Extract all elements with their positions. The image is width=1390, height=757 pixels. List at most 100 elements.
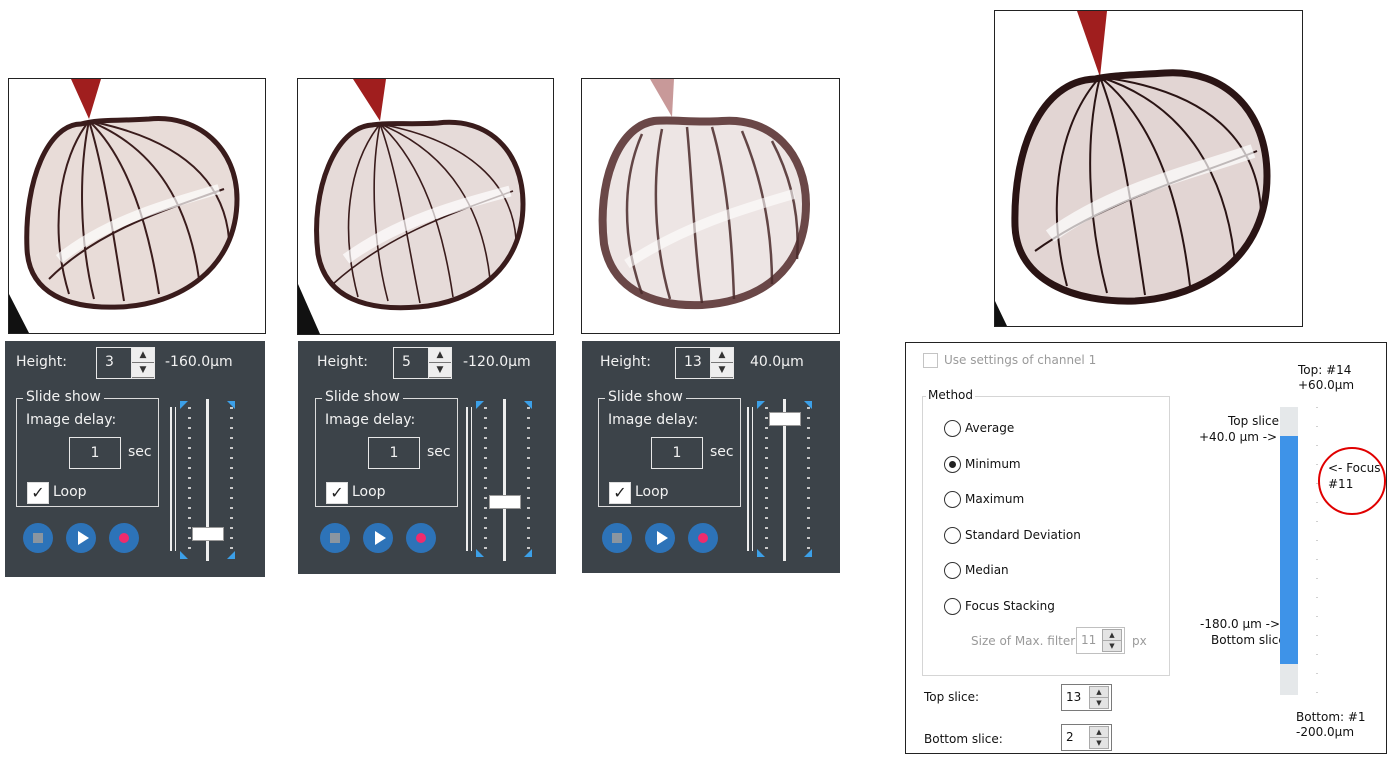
top-slice-marker-label: Top slice [1228,414,1279,428]
height-value[interactable]: 3 [97,348,132,378]
slider-ticks [765,407,768,557]
slideshow-group: Slide show Image delay: 1 sec ✓ Loop [16,389,159,507]
slice-range-bar[interactable] [1280,436,1298,664]
height-stepper[interactable]: 3 ▲ ▼ [96,347,155,379]
bottom-slice-value[interactable]: 2 [1066,730,1074,744]
use-settings-label: Use settings of channel 1 [944,353,1097,367]
height-label: Height: [600,354,651,370]
stop-button[interactable] [23,523,53,553]
top-slice-value[interactable]: 13 [1066,690,1081,704]
method-radio-median[interactable] [944,562,961,579]
use-settings-checkbox[interactable] [923,353,938,368]
stop-button[interactable] [602,523,632,553]
range-bottom-marker-icon [180,551,188,559]
bottom-slice-stepper[interactable]: 2 ▲ ▼ [1061,724,1112,751]
slider-ticks [484,407,487,557]
range-arrow-icon [752,407,753,551]
method-radio-focus-stacking[interactable] [944,598,961,615]
range-arrow-icon [747,407,749,551]
stepper-down-icon[interactable]: ▼ [1102,640,1122,652]
slice-control-panel: Height: 3 ▲ ▼ -160.0µm Slide show Image d… [5,341,265,577]
play-button[interactable] [66,523,96,553]
slider-thumb[interactable] [192,527,224,541]
height-um: -160.0µm [165,354,233,370]
max-filter-stepper[interactable]: 11 ▲ ▼ [1076,627,1125,654]
slider-track[interactable] [503,399,506,561]
record-button[interactable] [109,523,139,553]
play-icon [375,531,386,545]
stepper-up-icon[interactable]: ▲ [711,348,733,363]
top-slice-marker-um: +40.0 µm -> [1199,430,1278,444]
stepper-down-icon[interactable]: ▼ [429,363,451,378]
method-radio-standard-deviation[interactable] [944,527,961,544]
play-icon [78,531,89,545]
specimen-image-slice-13 [581,78,840,334]
stepper-down-icon[interactable]: ▼ [711,363,733,378]
range-top-marker-icon [757,401,765,409]
loop-checkbox[interactable]: ✓ [27,482,49,504]
stop-button[interactable] [320,523,350,553]
bottom-slice-marker-label: Bottom slice [1211,633,1286,647]
image-delay-label: Image delay: [26,412,117,428]
top-um: +60.0µm [1298,378,1355,392]
height-value[interactable]: 13 [676,348,711,378]
play-button[interactable] [363,523,393,553]
slideshow-legend: Slide show [605,389,686,405]
height-stepper[interactable]: 5 ▲ ▼ [393,347,452,379]
stepper-up-icon[interactable]: ▲ [429,348,451,363]
top-slice-label: Top slice: [924,690,980,704]
specimen-image-slice-5 [297,78,554,335]
image-delay-input[interactable]: 1 [69,437,121,469]
height-value[interactable]: 5 [394,348,429,378]
method-legend: Method [926,388,976,402]
bottom-slice-label: Bottom slice: [924,732,1003,746]
play-button[interactable] [645,523,675,553]
method-label: Focus Stacking [965,599,1055,613]
method-label: Average [965,421,1015,435]
max-filter-value[interactable]: 11 [1081,633,1096,647]
range-top-marker-icon [476,401,484,409]
record-icon [698,533,708,543]
sec-label: sec [128,444,152,460]
height-stepper[interactable]: 13 ▲ ▼ [675,347,734,379]
record-button[interactable] [688,523,718,553]
loop-label: Loop [635,484,669,500]
radio-selected-dot [949,461,956,468]
range-top-marker-icon [804,401,812,409]
loop-checkbox[interactable]: ✓ [609,482,631,504]
specimen-image-projection [994,10,1303,327]
slider-thumb[interactable] [489,495,521,509]
max-filter-unit: px [1132,634,1147,648]
height-label: Height: [16,354,67,370]
record-button[interactable] [406,523,436,553]
method-label: Standard Deviation [965,528,1081,542]
stepper-down-icon[interactable]: ▼ [1089,697,1109,709]
bottom-um: -200.0µm [1296,725,1355,739]
image-delay-input[interactable]: 1 [651,437,703,469]
slice-control-panel: Height: 5 ▲ ▼ -120.0µm Slide show Image d… [298,341,556,574]
slider-ticks [527,407,530,557]
range-bottom-marker-icon [804,549,812,557]
method-radio-minimum[interactable] [944,456,961,473]
range-arrow-icon [471,407,472,551]
top-slice-stepper[interactable]: 13 ▲ ▼ [1061,684,1112,711]
range-top-marker-icon [180,401,188,409]
method-group: Method Average Minimum Maximum Standard … [922,388,1170,676]
stepper-down-icon[interactable]: ▼ [132,363,154,378]
slider-thumb[interactable] [769,412,801,426]
slider-ticks [188,407,191,557]
range-top-marker-icon [524,401,532,409]
specimen-picture [298,79,526,334]
stepper-up-icon[interactable]: ▲ [132,348,154,363]
range-bottom-marker-icon [476,549,484,557]
specimen-picture [995,11,1271,326]
top-heading: Top: #14 [1298,363,1352,377]
method-label: Maximum [965,492,1025,506]
method-radio-maximum[interactable] [944,491,961,508]
image-delay-input[interactable]: 1 [368,437,420,469]
bottom-heading: Bottom: #1 [1296,710,1366,724]
loop-checkbox[interactable]: ✓ [326,482,348,504]
stepper-down-icon[interactable]: ▼ [1089,737,1109,749]
slideshow-legend: Slide show [23,389,104,405]
method-radio-average[interactable] [944,420,961,437]
